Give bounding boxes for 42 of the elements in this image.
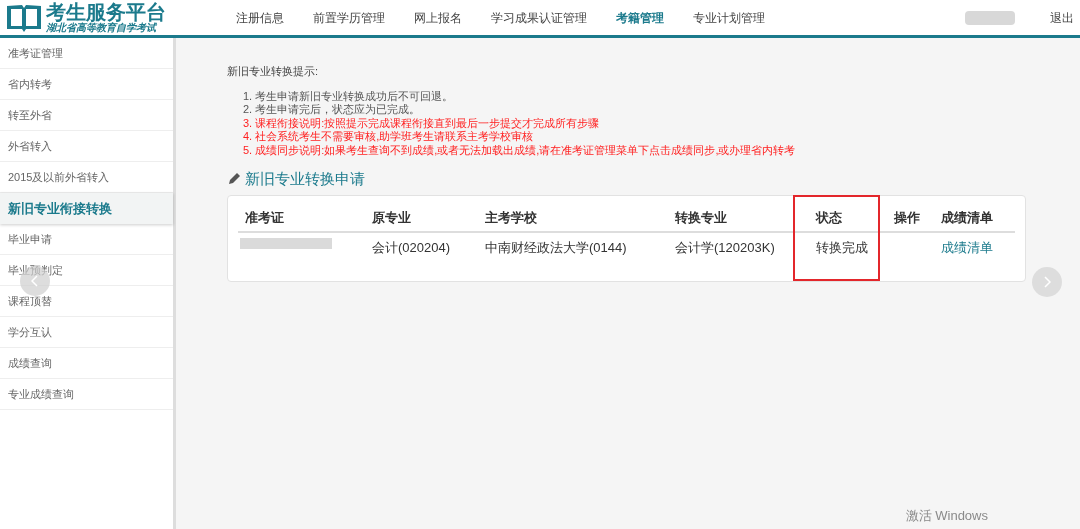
notice-item: 4. 社会系统考生不需要审核,助学班考生请联系主考学校审核 [243,130,535,144]
table-cell-text: 中南财经政法大学(0144) [485,239,628,258]
column-header: 状态 [816,208,843,227]
sidebar-item[interactable]: 转至外省 [0,100,173,131]
table-cell-text: 转换完成 [816,239,869,258]
column-header: 操作 [894,208,921,227]
column-header: 转换专业 [675,208,728,227]
nav-tab[interactable]: 注册信息 [236,8,284,27]
sidebar-item[interactable]: 新旧专业衔接转换 [0,193,173,224]
notice-item: 1. 考生申请新旧专业转换成功后不可回退。 [243,89,455,103]
table-cell-text: 会计学(120203K) [675,239,776,258]
column-header: 主考学校 [485,208,538,227]
nav-tab[interactable]: 考籍管理 [616,8,664,27]
logout-link[interactable]: 退出 [1050,8,1074,27]
nav-tab[interactable]: 专业计划管理 [693,8,765,27]
sidebar-item[interactable]: 成绩查询 [0,348,173,379]
table-cell-text: 会计(020204) [372,239,452,258]
column-header: 成绩清单 [941,208,994,227]
site-subtitle: 湖北省高等教育自学考试 [46,23,158,33]
chevron-left-icon [31,275,39,287]
notice-item: 5. 成绩同步说明:如果考生查询不到成绩,或者无法加载出成绩,请在准考证管理菜单下点击成绩同步,或办理省内转考 [243,143,797,157]
column-header: 原专业 [372,208,412,227]
report-link[interactable]: 成绩清单 [941,238,1008,258]
activation-notice: 激活 Windows [905,506,988,525]
column-header: 准考证 [245,208,285,227]
notice-title: 新旧专业转换提示: [227,64,320,79]
sidebar-item[interactable]: 外省转入 [0,131,173,162]
nav-tab[interactable]: 网上报名 [414,8,462,27]
redacted-username [965,10,1015,25]
pencil-icon [227,172,241,187]
notice-item: 2. 考生申请完后，状态应为已完成。 [243,103,422,117]
sidebar-item[interactable]: 学分互认 [0,317,173,348]
notice-item: 3. 课程衔接说明:按照提示完成课程衔接直到最后一步提交才完成所有步骤 [243,116,601,130]
nav-tab[interactable]: 前置学历管理 [313,8,385,27]
nav-tab[interactable]: 学习成果认证管理 [491,8,587,27]
sidebar-item[interactable]: 专业成绩查询 [0,379,173,410]
chevron-right-icon [1043,276,1051,288]
sidebar-item[interactable]: 省内转考 [0,69,173,100]
site-title: 考生服务平台 [46,2,166,22]
section-title: 新旧专业转换申请 [245,169,365,189]
sidebar-item[interactable]: 准考证管理 [0,38,173,69]
sidebar-item[interactable]: 毕业申请 [0,224,173,255]
